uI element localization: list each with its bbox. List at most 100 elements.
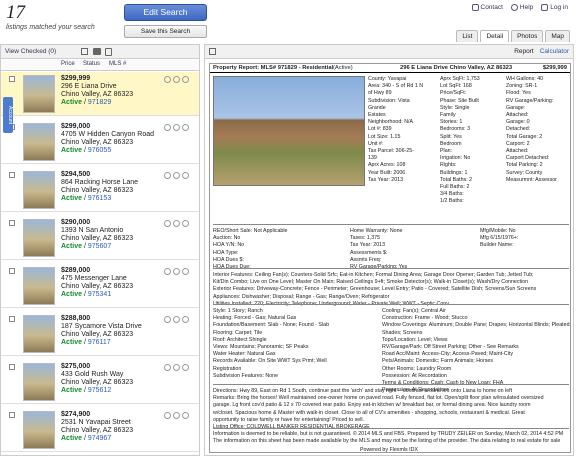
listing-thumbnail[interactable] — [23, 219, 55, 257]
listing-thumbnail[interactable] — [23, 171, 55, 209]
dislike-face-icon[interactable] — [182, 124, 189, 131]
listing-thumbnail[interactable] — [23, 123, 55, 161]
contact-link[interactable]: Contact — [471, 4, 503, 11]
dislike-face-icon[interactable] — [182, 76, 189, 83]
report-line: HOA Dues $: — [213, 256, 244, 263]
like-face-icon[interactable] — [164, 124, 171, 131]
listing-thumbnail[interactable] — [23, 411, 55, 449]
listing-mls[interactable]: 976117 — [88, 339, 111, 346]
print-icon[interactable] — [93, 48, 101, 55]
neutral-face-icon[interactable] — [173, 268, 180, 275]
listing-checkbox[interactable] — [9, 268, 15, 274]
checkbox-icon[interactable] — [81, 48, 88, 55]
neutral-face-icon[interactable] — [173, 76, 180, 83]
listing-checkbox[interactable] — [9, 76, 15, 82]
dislike-face-icon[interactable] — [182, 220, 189, 227]
sort-status[interactable]: Status — [83, 61, 100, 67]
listing-status: Active — [61, 435, 83, 442]
listing-thumbnail[interactable] — [23, 267, 55, 305]
like-face-icon[interactable] — [164, 220, 171, 227]
divider — [213, 224, 569, 225]
rating-faces — [164, 220, 189, 227]
like-face-icon[interactable] — [164, 316, 171, 323]
listing-mls[interactable]: 974967 — [88, 435, 111, 442]
report-line: Lot #: 839 — [368, 126, 392, 133]
listing-address[interactable]: 187 Sycamore Vista Drive — [61, 323, 142, 330]
listing-thumbnail[interactable] — [23, 75, 55, 113]
tab-list[interactable]: List — [456, 30, 479, 42]
listing-city: Chino Valley, AZ 86323 — [61, 91, 134, 98]
neutral-face-icon[interactable] — [173, 364, 180, 371]
document-icon[interactable] — [105, 48, 112, 56]
tab-detail[interactable]: Detail — [480, 30, 510, 42]
rating-faces — [164, 412, 189, 419]
report-line: Kit/Din Combo; Live on One Level; Master… — [213, 279, 529, 286]
save-search-button[interactable]: Save this Search — [124, 25, 207, 38]
property-photo[interactable] — [213, 76, 365, 186]
view-checked-link[interactable]: View Checked (0) — [5, 48, 56, 55]
tab-report[interactable]: Report — [514, 48, 534, 55]
listing-address[interactable]: 864 Racking Horse Lane — [61, 179, 138, 186]
account-side-tab[interactable]: Account — [3, 97, 13, 133]
listing-item[interactable]: $274,900 2531 N Yavapai Street Chino Valle… — [1, 408, 199, 452]
listing-mls[interactable]: 976153 — [88, 195, 111, 202]
divider — [213, 384, 569, 385]
tab-calculator[interactable]: Calculator — [540, 48, 569, 55]
report-line: 139 — [368, 155, 377, 162]
like-face-icon[interactable] — [164, 76, 171, 83]
like-face-icon[interactable] — [164, 364, 171, 371]
report-line: Stories: 1 — [440, 119, 463, 126]
tab-photos[interactable]: Photos — [511, 30, 544, 42]
listing-checkbox[interactable] — [9, 412, 15, 418]
dislike-face-icon[interactable] — [182, 316, 189, 323]
listing-address[interactable]: 475 Messenger Lane — [61, 275, 127, 282]
listing-item[interactable]: $299,999 296 E Liana Drive Chino Valley, A… — [1, 72, 199, 116]
listing-address[interactable]: 2531 N Yavapai Street — [61, 419, 131, 426]
neutral-face-icon[interactable] — [173, 220, 180, 227]
listing-item[interactable]: $294,500 864 Racking Horse Lane Chino Vall… — [1, 168, 199, 212]
like-face-icon[interactable] — [164, 268, 171, 275]
like-face-icon[interactable] — [164, 412, 171, 419]
listing-city: Chino Valley, AZ 86323 — [61, 379, 134, 386]
listing-item[interactable]: $288,800 187 Sycamore Vista Drive Chino Va… — [1, 312, 199, 356]
tab-map[interactable]: Map — [545, 30, 570, 42]
listing-item[interactable]: $299,000 4705 W Hidden Canyon Road Chino V… — [1, 120, 199, 164]
listing-mls[interactable]: 975341 — [88, 291, 111, 298]
report-price: $299,999 — [542, 65, 567, 71]
edit-search-button[interactable]: Edit Search — [124, 4, 207, 21]
dislike-face-icon[interactable] — [182, 364, 189, 371]
listing-address[interactable]: 4705 W Hidden Canyon Road — [61, 131, 154, 138]
listing-mls[interactable]: 975607 — [88, 243, 111, 250]
like-face-icon[interactable] — [164, 172, 171, 179]
listing-mls[interactable]: 971829 — [88, 99, 111, 106]
listing-item[interactable]: $289,000 475 Messenger Lane Chino Valley, … — [1, 264, 199, 308]
listing-address[interactable]: 296 E Liana Drive — [61, 83, 117, 90]
dislike-face-icon[interactable] — [182, 172, 189, 179]
listing-address[interactable]: 433 Gold Rush Way — [61, 371, 123, 378]
neutral-face-icon[interactable] — [173, 172, 180, 179]
sort-price[interactable]: Price — [61, 61, 75, 67]
report-line: HOA Y/N: No — [213, 242, 245, 249]
listing-mls[interactable]: 975612 — [88, 387, 111, 394]
sort-mls[interactable]: MLS # — [109, 61, 126, 67]
listing-thumbnail[interactable] — [23, 363, 55, 401]
listing-mls[interactable]: 976055 — [88, 147, 111, 154]
report-line: Interior Features: Ceiling Fan(s); Count… — [213, 272, 534, 278]
expand-icon[interactable] — [209, 48, 216, 55]
listing-checkbox[interactable] — [9, 364, 15, 370]
listing-checkbox[interactable] — [9, 172, 15, 178]
listing-item[interactable]: $275,000 433 Gold Rush Way Chino Valley, A… — [1, 360, 199, 404]
report-line: Auction: No — [213, 235, 241, 242]
login-link[interactable]: Log in — [541, 4, 568, 11]
neutral-face-icon[interactable] — [173, 412, 180, 419]
help-link[interactable]: Help — [510, 4, 533, 11]
neutral-face-icon[interactable] — [173, 124, 180, 131]
listing-thumbnail[interactable] — [23, 315, 55, 353]
dislike-face-icon[interactable] — [182, 412, 189, 419]
listing-item[interactable]: $290,000 1393 N San Antonio Chino Valley, … — [1, 216, 199, 260]
listing-checkbox[interactable] — [9, 316, 15, 322]
listing-address[interactable]: 1393 N San Antonio — [61, 227, 123, 234]
neutral-face-icon[interactable] — [173, 316, 180, 323]
listing-checkbox[interactable] — [9, 220, 15, 226]
dislike-face-icon[interactable] — [182, 268, 189, 275]
